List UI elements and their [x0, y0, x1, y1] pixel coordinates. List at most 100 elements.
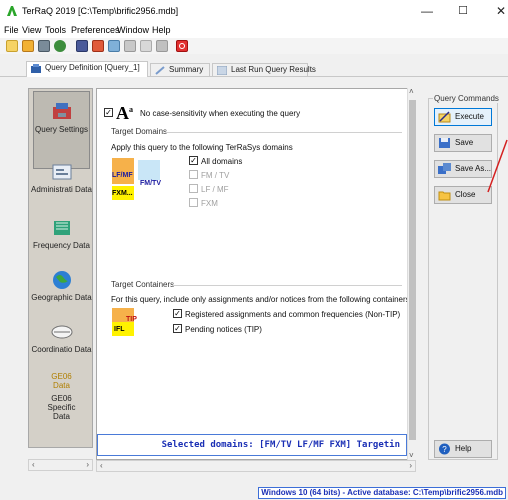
lf-mf-checkbox[interactable]	[189, 184, 198, 193]
target-containers-description: For this query, include only assignments…	[111, 295, 410, 304]
sidebar-item-ge06-data[interactable]: GE06 Data	[29, 372, 94, 390]
save-as-icon	[438, 163, 451, 174]
minimize-button[interactable]: —	[410, 0, 444, 22]
scroll-right-icon[interactable]: ›	[409, 461, 412, 470]
filter-icon[interactable]	[124, 40, 136, 52]
execute-button[interactable]: Execute	[434, 108, 492, 126]
close-query-button[interactable]: Close	[434, 186, 492, 204]
status-bar: Windows 10 (64 bits) - Active database: …	[0, 486, 508, 500]
badge-fm-tv: FM/TV	[140, 180, 161, 187]
badge-lf-mf: LF/MF	[112, 172, 133, 179]
status-text: Windows 10 (64 bits) - Active database: …	[258, 487, 506, 499]
badge-ifl: IFL	[114, 326, 125, 333]
summary-icon	[155, 66, 165, 75]
annotation-arrow	[487, 139, 508, 193]
save-button[interactable]: Save	[434, 134, 492, 152]
selected-domains-summary: Selected domains: [FM/TV LF/MF FXM] Targ…	[97, 434, 407, 456]
map-icon[interactable]	[92, 40, 104, 52]
help-icon: ?	[439, 443, 450, 455]
target-containers-divider	[172, 285, 402, 286]
tab-last-run-results[interactable]: Last Run Query Results	[212, 63, 316, 77]
menu-bar: File View Tools Preferences Window Help	[0, 24, 508, 38]
tab-query-definition[interactable]: Query Definition [Query_1]	[26, 61, 148, 77]
close-button[interactable]: ✕	[484, 0, 508, 22]
lf-mf-label: LF / MF	[201, 185, 229, 194]
badge-tip: TIP	[126, 316, 137, 323]
app-logo-icon	[7, 6, 17, 16]
terminate-icon[interactable]	[176, 40, 188, 52]
grid-icon[interactable]	[108, 40, 120, 52]
help-button[interactable]: ? Help	[434, 440, 492, 458]
sidebar-item-query-settings[interactable]: Query Settings	[29, 101, 94, 134]
sidebar: Query Settings Administrati Data Frequen…	[28, 88, 93, 448]
target-domains-divider	[166, 132, 402, 133]
non-tip-label: Registered assignments and common freque…	[185, 310, 401, 319]
all-domains-label: All domains	[201, 157, 243, 166]
scroll-up-icon[interactable]: ˄	[409, 87, 414, 96]
fm-tv-checkbox[interactable]	[189, 170, 198, 179]
main-horizontal-scrollbar[interactable]: ‹ ›	[96, 460, 416, 472]
open-icon[interactable]	[6, 40, 18, 52]
scrollbar-thumb[interactable]	[409, 100, 416, 440]
administrative-data-icon	[52, 164, 71, 180]
execute-icon	[438, 111, 451, 123]
case-sensitivity-checkbox[interactable]: ✓	[104, 108, 113, 117]
menu-help[interactable]: Help	[152, 25, 171, 35]
menu-view[interactable]: View	[22, 25, 41, 35]
coordination-data-icon	[51, 325, 72, 339]
scroll-down-icon[interactable]: ˅	[409, 451, 414, 460]
domain-swatch	[138, 160, 160, 180]
edit-icon[interactable]	[22, 40, 34, 52]
tab-label: Summary	[169, 65, 204, 74]
badge-fxm: FXM...	[112, 190, 133, 197]
globe-icon[interactable]	[54, 40, 66, 52]
sidebar-horizontal-scrollbar[interactable]: ‹ ›	[28, 459, 93, 471]
database-icon[interactable]	[38, 40, 50, 52]
pending-notices-label: Pending notices (TIP)	[185, 325, 262, 334]
results-icon	[217, 66, 227, 75]
all-domains-checkbox[interactable]: ✓	[189, 156, 198, 165]
svg-text:?: ?	[442, 445, 447, 454]
scroll-left-icon[interactable]: ‹	[32, 460, 35, 469]
filter-2-icon[interactable]	[156, 40, 168, 52]
tab-strip: Query Definition [Query_1] Summary Last …	[0, 54, 508, 77]
tab-summary[interactable]: Summary	[150, 63, 210, 77]
save-icon	[439, 138, 450, 148]
case-option-label: No case-sensitivity when executing the q…	[140, 109, 301, 118]
sidebar-item-ge06-specific-data[interactable]: GE06 Specific Data	[29, 394, 94, 421]
save-as-button[interactable]: Save As...	[434, 160, 492, 178]
sidebar-item-administrative-data[interactable]: Administrati Data	[29, 161, 94, 194]
tab-label: Last Run Query Results	[231, 65, 316, 74]
geographic-data-icon	[52, 271, 71, 289]
fxm-label: FXM	[201, 199, 218, 208]
target-domains-description: Apply this query to the following TerRaS…	[111, 143, 293, 152]
sidebar-item-frequency-data[interactable]: Frequency Data	[29, 217, 94, 250]
fxm-checkbox[interactable]	[189, 198, 198, 207]
query-settings-icon	[52, 103, 71, 119]
target-containers-title: Target Containers	[111, 280, 175, 289]
users-icon[interactable]	[76, 40, 88, 52]
font-case-icon: Aa	[116, 103, 133, 123]
menu-file[interactable]: File	[4, 25, 19, 35]
maximize-button[interactable]: ☐	[446, 0, 480, 22]
scroll-right-icon[interactable]: ›	[86, 460, 89, 469]
menu-tools[interactable]: Tools	[45, 25, 66, 35]
tab-label: Query Definition [Query_1]	[45, 63, 140, 72]
sidebar-item-coordination-data[interactable]: Coordinatio Data	[29, 321, 94, 354]
fm-tv-label: FM / TV	[201, 171, 230, 180]
main-vertical-scrollbar[interactable]: ˄ ˅	[407, 87, 416, 460]
menu-preferences[interactable]: Preferences	[71, 25, 120, 35]
sidebar-item-geographic-data[interactable]: Geographic Data	[29, 269, 94, 302]
query-definition-icon	[31, 64, 41, 73]
close-folder-icon	[438, 191, 451, 201]
non-tip-checkbox[interactable]: ✓	[173, 309, 182, 318]
title-bar: TerRaQ 2019 [C:\Temp\brific2956.mdb] — ☐…	[0, 0, 508, 24]
scroll-left-icon[interactable]: ‹	[100, 461, 103, 470]
frequency-data-icon	[53, 221, 70, 235]
pending-notices-checkbox[interactable]: ✓	[173, 324, 182, 333]
target-domains-title: Target Domains	[111, 127, 168, 136]
window-title: TerRaQ 2019 [C:\Temp\brific2956.mdb]	[22, 6, 179, 16]
domain-swatch	[112, 158, 134, 184]
query-icon[interactable]	[140, 40, 152, 52]
menu-window[interactable]: Window	[117, 25, 149, 35]
